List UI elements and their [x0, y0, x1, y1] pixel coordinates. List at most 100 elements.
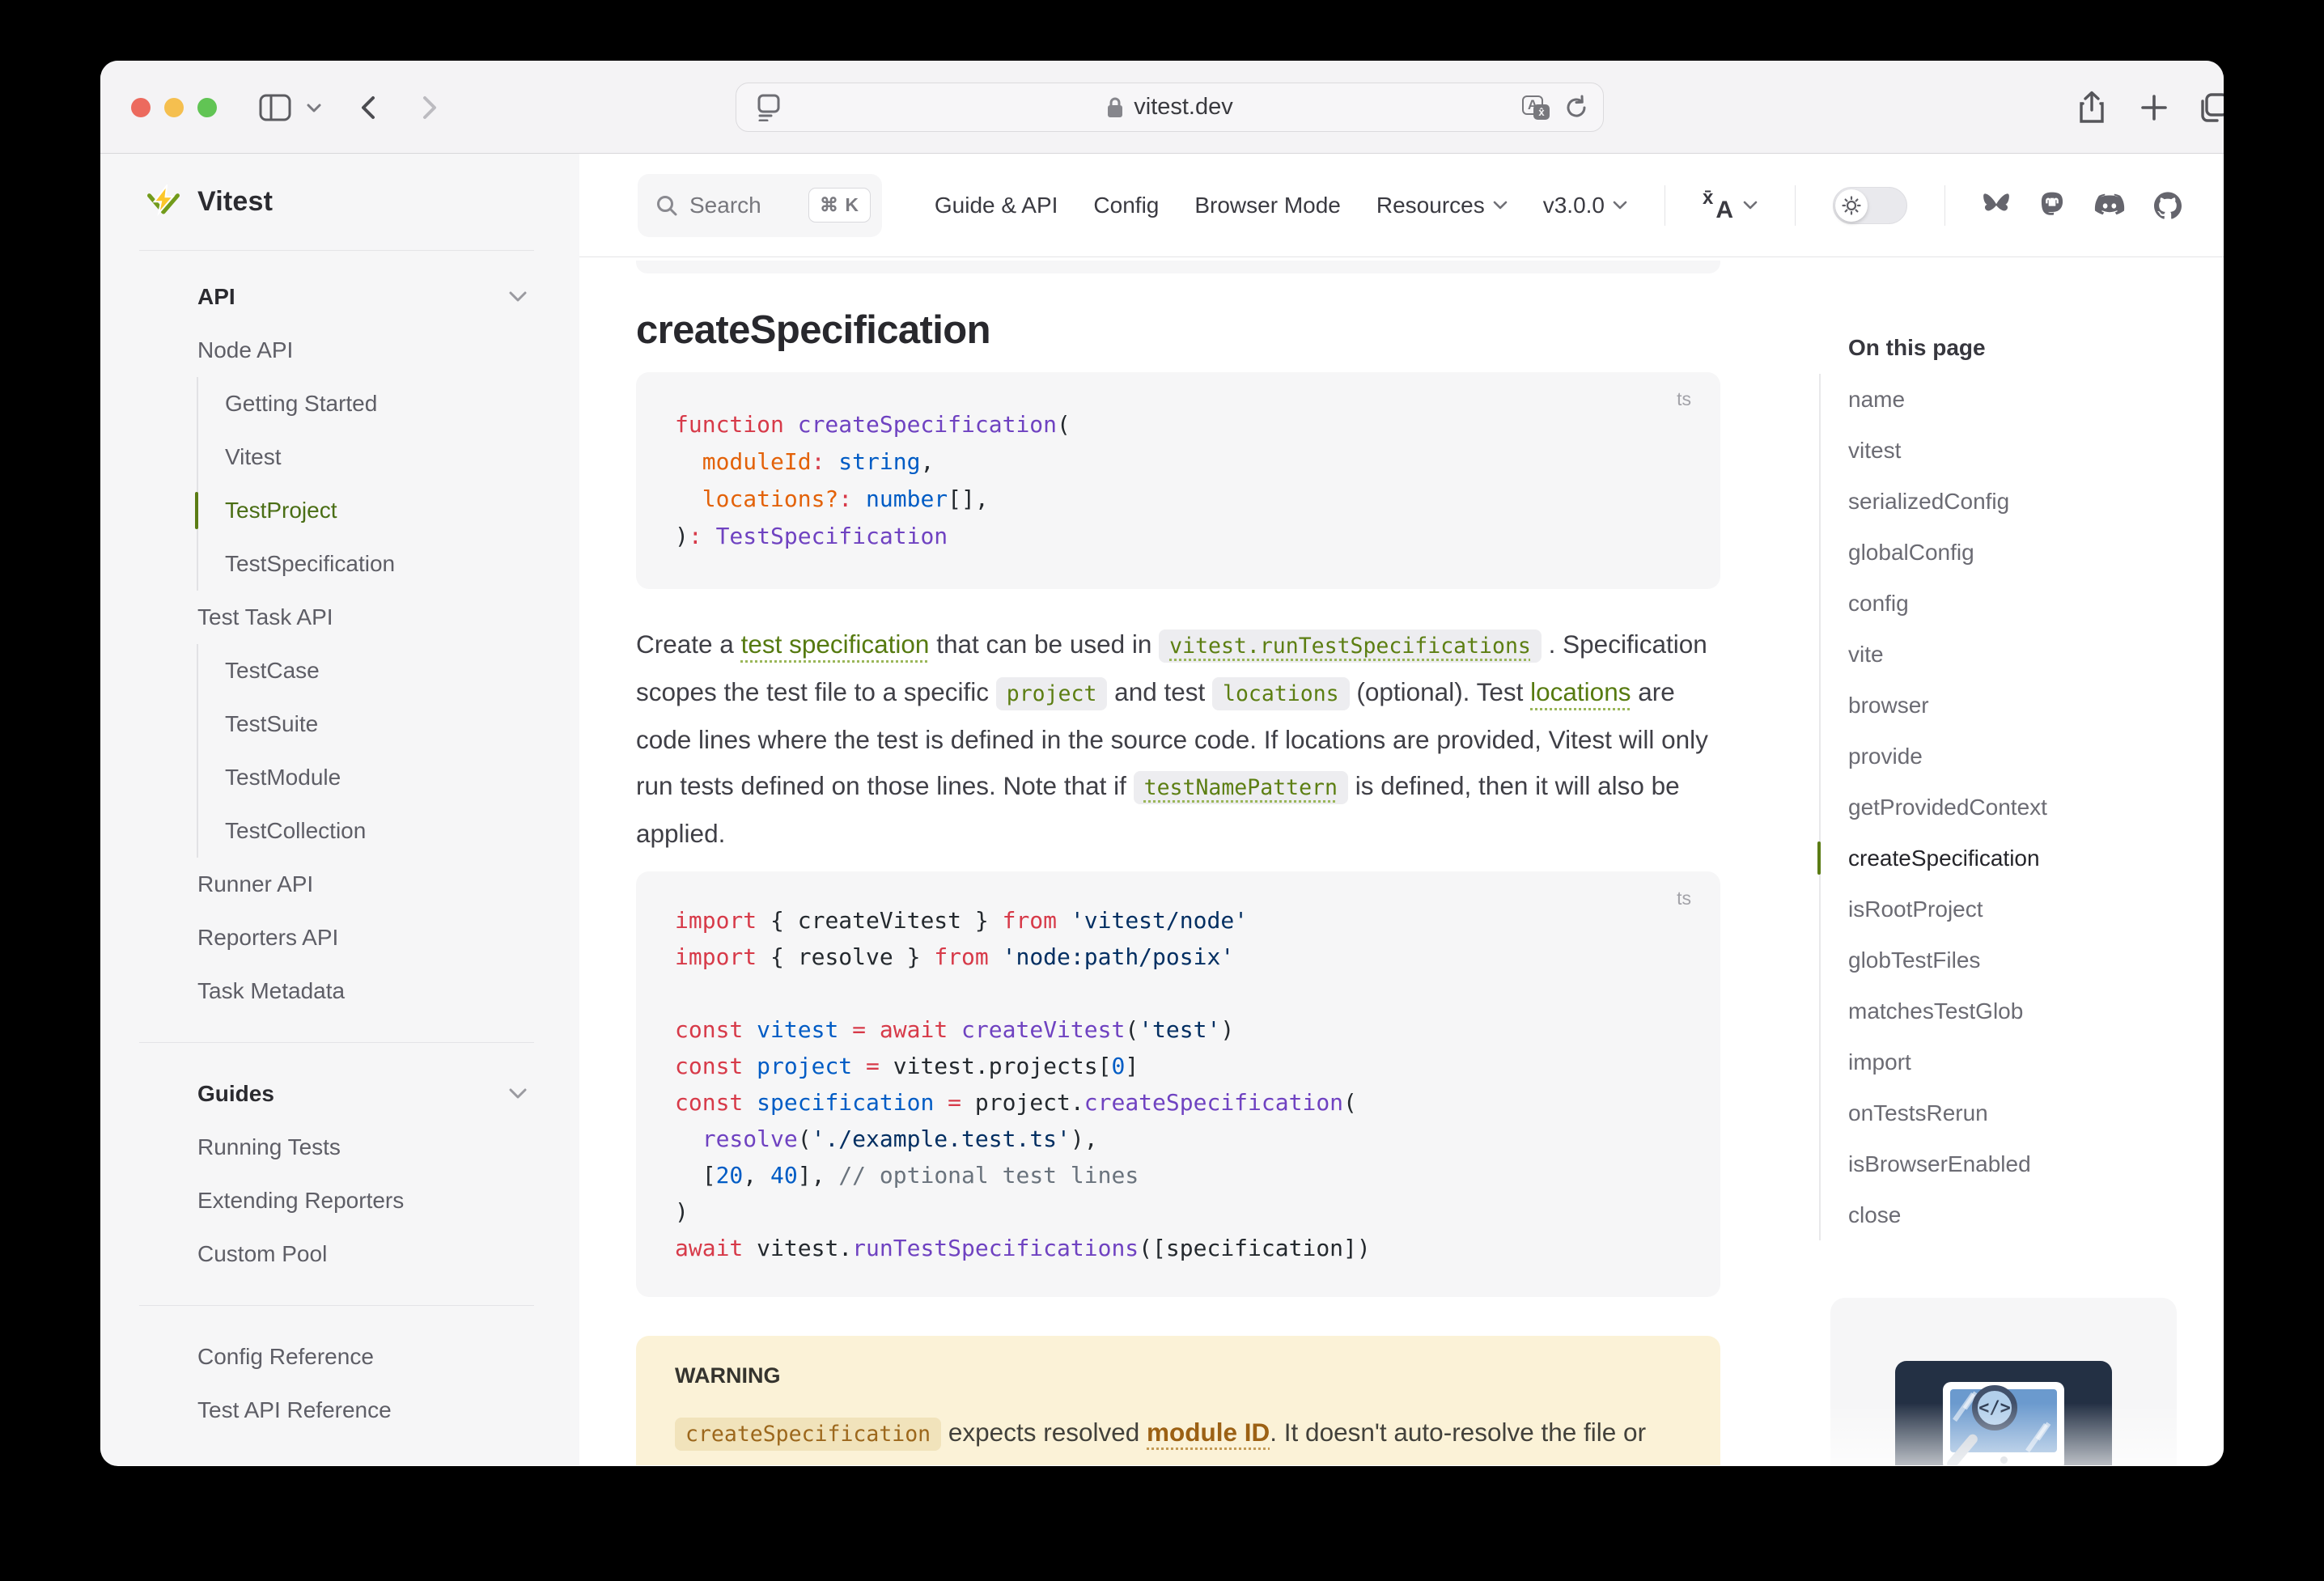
sidebar-item-test-api-reference[interactable]: Test API Reference [100, 1384, 579, 1437]
search-shortcut: ⌘ K [808, 188, 871, 223]
sidebar-item-reporters-api[interactable]: Reporters API [100, 911, 579, 964]
sidebar-item-testmodule[interactable]: TestModule [198, 751, 579, 804]
inline-code-chip: createSpecification [675, 1418, 941, 1451]
inline-link[interactable]: module ID [1147, 1418, 1270, 1447]
sidebar-item-testcollection[interactable]: TestCollection [198, 804, 579, 858]
doc-content: createSpecification ts function createSp… [636, 257, 1720, 1465]
inline-code-chip: locations [1212, 677, 1350, 710]
code-lang-badge: ts [1677, 388, 1691, 410]
search-placeholder: Search [689, 193, 761, 218]
sidebar-item-custom-pool[interactable]: Custom Pool [100, 1227, 579, 1281]
sidebar-item-vitest[interactable]: Vitest [198, 430, 579, 484]
outline-item-getprovidedcontext[interactable]: getProvidedContext [1848, 782, 2175, 833]
back-button[interactable] [356, 61, 380, 154]
sidebar-group-node-api: Getting Started Vitest TestProject TestS… [197, 377, 579, 591]
outline-item-ontestsrerun[interactable]: onTestsRerun [1848, 1087, 2175, 1138]
outline-item-import[interactable]: import [1848, 1036, 2175, 1087]
vitest-logo[interactable]: Vitest [100, 154, 579, 250]
outline-item-isrootproject[interactable]: isRootProject [1848, 884, 2175, 935]
sidebar-item-testproject[interactable]: TestProject [198, 484, 579, 537]
inline-code-chip: project [996, 677, 1108, 710]
code-line [675, 975, 1688, 1011]
tab-overview-icon[interactable] [2198, 61, 2224, 154]
sidebar-section-guides[interactable]: Guides [100, 1067, 579, 1121]
new-tab-icon[interactable] [2140, 61, 2169, 154]
zoom-window-button[interactable] [197, 98, 217, 117]
code-line: import { resolve } from 'node:path/posix… [675, 939, 1688, 975]
outline-item-config[interactable]: config [1848, 578, 2175, 629]
address-bar[interactable]: vitest.dev Ax̂ [736, 83, 1604, 132]
code-lines: function createSpecification( moduleId: … [675, 406, 1688, 555]
github-icon[interactable] [2154, 192, 2182, 219]
sponsor-card[interactable]: </> [1830, 1298, 2177, 1465]
url-text[interactable]: vitest.dev [1134, 94, 1233, 121]
sidebar-item-test-task-api[interactable]: Test Task API [100, 591, 579, 644]
outline-item-globalconfig[interactable]: globalConfig [1848, 527, 2175, 578]
sidebar-item-task-metadata[interactable]: Task Metadata [100, 964, 579, 1018]
nav-version-dropdown[interactable]: v3.0.0 [1543, 193, 1627, 218]
outline-item-globtestfiles[interactable]: globTestFiles [1848, 935, 2175, 985]
code-line: const vitest = await createVitest('test'… [675, 1011, 1688, 1048]
on-this-page-outline: On this page name vitest serializedConfi… [1819, 335, 2175, 1240]
outline-item-vite[interactable]: vite [1848, 629, 2175, 680]
sidebar-item-runner-api[interactable]: Runner API [100, 858, 579, 911]
reload-icon[interactable] [1564, 95, 1588, 121]
inline-link[interactable]: testNamePattern [1134, 771, 1348, 804]
theme-toggle[interactable] [1833, 187, 1907, 224]
outline-item-matchestestglob[interactable]: matchesTestGlob [1848, 985, 2175, 1036]
code-block-example[interactable]: ts import { createVitest } from 'vitest/… [636, 871, 1720, 1297]
doc-paragraph: Create a test specification that can be … [636, 621, 1720, 857]
share-icon[interactable] [2078, 61, 2106, 154]
text-run: Create a [636, 629, 741, 659]
forward-button[interactable] [418, 61, 442, 154]
warning-text: createSpecification expects resolved mod… [675, 1409, 1682, 1465]
search-icon [655, 194, 678, 217]
nav-guide-api[interactable]: Guide & API [935, 193, 1058, 218]
sidebar-item-extending-reporters[interactable]: Extending Reporters [100, 1174, 579, 1227]
chevron-down-icon [508, 290, 528, 303]
previous-code-block-partial [636, 261, 1720, 273]
code-line: ): TestSpecification [675, 518, 1688, 555]
outline-item-serializedconfig[interactable]: serializedConfig [1848, 476, 2175, 527]
inline-link[interactable]: test specification [741, 629, 930, 659]
sidebar-item-testspecification[interactable]: TestSpecification [198, 537, 579, 591]
sidebar-item-running-tests[interactable]: Running Tests [100, 1121, 579, 1174]
chevron-down-icon [1493, 201, 1508, 210]
sidebar-item-config-reference[interactable]: Config Reference [100, 1330, 579, 1384]
chevron-down-icon [508, 1087, 528, 1100]
sidebar-section-api[interactable]: API [100, 270, 579, 324]
nav-config[interactable]: Config [1093, 193, 1159, 218]
outline-item-provide[interactable]: provide [1848, 731, 2175, 782]
bluesky-icon[interactable] [1983, 193, 2010, 218]
browser-toolbar: vitest.dev Ax̂ [100, 61, 2224, 154]
text-run: expects resolved [941, 1418, 1147, 1447]
outline-item-name[interactable]: name [1848, 374, 2175, 425]
minimize-window-button[interactable] [164, 98, 184, 117]
inline-link[interactable]: locations [1530, 677, 1631, 706]
close-window-button[interactable] [131, 98, 151, 117]
sidebar-toggle-icon[interactable] [259, 61, 291, 154]
outline-item-createspecification[interactable]: createSpecification [1848, 833, 2175, 884]
nav-resources-dropdown[interactable]: Resources [1376, 193, 1508, 218]
search-input[interactable]: Search ⌘ K [638, 174, 882, 237]
sidebar-item-node-api[interactable]: Node API [100, 324, 579, 377]
text-run: (optional). Test [1350, 677, 1531, 706]
outline-item-vitest[interactable]: vitest [1848, 425, 2175, 476]
discord-icon[interactable] [2094, 193, 2125, 218]
sidebar-item-getting-started[interactable]: Getting Started [198, 377, 579, 430]
mastodon-icon[interactable] [2039, 192, 2065, 219]
outline-item-browser[interactable]: browser [1848, 680, 2175, 731]
sidebar-item-testcase[interactable]: TestCase [198, 644, 579, 697]
text-run: and test [1107, 677, 1212, 706]
tab-group-chevron-icon[interactable] [306, 61, 322, 154]
language-dropdown[interactable]: x̄A [1703, 190, 1758, 221]
browser-window: vitest.dev Ax̂ [100, 61, 2224, 1466]
sidebar-item-testsuite[interactable]: TestSuite [198, 697, 579, 751]
code-line: [20, 40], // optional test lines [675, 1157, 1688, 1193]
outline-item-close[interactable]: close [1848, 1189, 2175, 1240]
inline-link[interactable]: vitest.runTestSpecifications [1159, 629, 1542, 663]
translate-icon[interactable]: Ax̂ [1522, 95, 1550, 120]
outline-item-isbrowserenabled[interactable]: isBrowserEnabled [1848, 1138, 2175, 1189]
code-block-signature[interactable]: ts function createSpecification( moduleI… [636, 372, 1720, 589]
nav-browser-mode[interactable]: Browser Mode [1194, 193, 1341, 218]
